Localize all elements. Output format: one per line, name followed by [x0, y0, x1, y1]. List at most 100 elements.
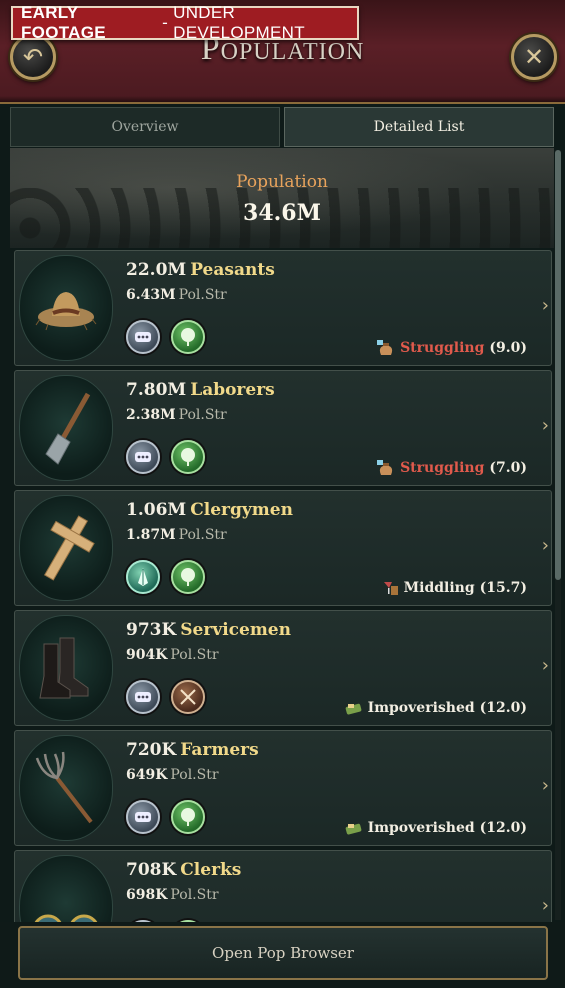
banner-strong: EARLY FOOTAGE — [21, 3, 106, 42]
population-total: 34.6M — [243, 200, 321, 226]
pop-name: Clergymen — [190, 500, 293, 520]
standard-of-living[interactable]: Middling (15.7) — [381, 580, 527, 596]
chevron-right-icon: › — [541, 295, 549, 316]
political-strength: 649K Pol.Str — [126, 767, 219, 783]
pitchfork-icon — [19, 735, 113, 841]
pop-row-laborers[interactable]: 7.80M Laborers 2.38M Pol.Str Struggling (7… — [14, 370, 552, 486]
close-icon: ✕ — [523, 43, 545, 71]
status-text: Struggling — [400, 340, 485, 356]
chat-ideology-icon[interactable] — [126, 440, 160, 474]
straw-hat-icon — [19, 255, 113, 361]
praying-hands-ideology-icon[interactable] — [126, 560, 160, 594]
pop-size: 708K — [126, 860, 177, 880]
back-arrow-icon: ↶ — [22, 43, 44, 71]
pop-name: Laborers — [190, 380, 275, 400]
standard-of-living[interactable]: Impoverished (12.0) — [345, 700, 527, 716]
early-footage-banner: EARLY FOOTAGE - UNDER DEVELOPMENT — [11, 3, 359, 42]
money-bag-icon — [377, 340, 395, 356]
pop-size: 22.0M — [126, 260, 187, 280]
shovel-icon — [19, 375, 113, 481]
tab-detailed-list[interactable]: Detailed List — [284, 107, 554, 147]
cash-bundle-icon — [345, 700, 363, 716]
pol-str-value: 1.87M — [126, 527, 176, 543]
pol-str-value: 698K — [126, 887, 168, 903]
banner-separator: - — [162, 13, 169, 32]
pop-title: 720K Farmers — [126, 740, 259, 760]
wine-glass-icon — [381, 580, 399, 596]
status-value: (15.7) — [479, 580, 527, 596]
close-button[interactable]: ✕ — [511, 34, 557, 80]
chat-ideology-icon[interactable] — [126, 800, 160, 834]
pop-row-peasants[interactable]: 22.0M Peasants 6.43M Pol.Str Struggling (9… — [14, 250, 552, 366]
chevron-right-icon: › — [541, 895, 549, 916]
political-strength: 904K Pol.Str — [126, 647, 219, 663]
pop-title: 1.06M Clergymen — [126, 500, 293, 520]
status-value: (12.0) — [479, 700, 527, 716]
status-value: (7.0) — [489, 460, 527, 476]
pop-size: 973K — [126, 620, 177, 640]
standard-of-living[interactable]: Struggling (9.0) — [377, 340, 527, 356]
population-label: Population — [236, 172, 328, 192]
pop-title: 7.80M Laborers — [126, 380, 275, 400]
pop-size: 7.80M — [126, 380, 187, 400]
pop-title: 973K Servicemen — [126, 620, 291, 640]
pop-row-farmers[interactable]: 720K Farmers 649K Pol.Str Impoverished (12… — [14, 730, 552, 846]
spectacles-icon — [19, 855, 113, 922]
pol-str-label: Pol.Str — [178, 527, 227, 543]
crossed-swords-ideology-icon[interactable] — [171, 680, 205, 714]
standard-of-living[interactable]: Struggling (7.0) — [377, 460, 527, 476]
chevron-right-icon: › — [541, 535, 549, 556]
pop-name: Servicemen — [180, 620, 291, 640]
political-strength: 6.43M Pol.Str — [126, 287, 227, 303]
cash-bundle-icon — [345, 820, 363, 836]
footer: Open Pop Browser — [0, 922, 565, 988]
pop-size: 720K — [126, 740, 177, 760]
tree-ideology-icon[interactable] — [171, 560, 205, 594]
banner-rest: UNDER DEVELOPMENT — [173, 3, 305, 42]
chevron-right-icon: › — [541, 415, 549, 436]
tab-overview[interactable]: Overview — [10, 107, 280, 147]
tree-ideology-icon[interactable] — [171, 320, 205, 354]
boots-icon — [19, 615, 113, 721]
pop-row-clerks[interactable]: 708K Clerks 698K Pol.Str › — [14, 850, 552, 922]
money-bag-icon — [377, 460, 395, 476]
pop-name: Clerks — [180, 860, 242, 880]
pop-size: 1.06M — [126, 500, 187, 520]
pol-str-value: 904K — [126, 647, 168, 663]
pol-str-label: Pol.Str — [178, 287, 227, 303]
pol-str-value: 2.38M — [126, 407, 176, 423]
chat-ideology-icon[interactable] — [126, 680, 160, 714]
chevron-right-icon: › — [541, 775, 549, 796]
chevron-right-icon: › — [541, 655, 549, 676]
tree-ideology-icon[interactable] — [171, 440, 205, 474]
political-strength: 1.87M Pol.Str — [126, 527, 227, 543]
tree-ideology-icon[interactable] — [171, 800, 205, 834]
standard-of-living[interactable]: Impoverished (12.0) — [345, 820, 527, 836]
pop-name: Farmers — [180, 740, 259, 760]
pop-row-servicemen[interactable]: 973K Servicemen 904K Pol.Str Impoverished … — [14, 610, 552, 726]
list-scrollbar[interactable] — [555, 150, 561, 920]
political-strength: 698K Pol.Str — [126, 887, 219, 903]
scrollbar-thumb[interactable] — [555, 150, 561, 580]
open-pop-browser-button[interactable]: Open Pop Browser — [18, 926, 548, 980]
status-text: Impoverished — [367, 820, 475, 836]
pop-title: 708K Clerks — [126, 860, 241, 880]
pop-title: 22.0M Peasants — [126, 260, 275, 280]
pop-name: Peasants — [190, 260, 275, 280]
pol-str-value: 6.43M — [126, 287, 176, 303]
tab-bar: Overview Detailed List — [10, 107, 554, 147]
pol-str-label: Pol.Str — [170, 887, 219, 903]
chat-ideology-icon[interactable] — [126, 320, 160, 354]
status-text: Middling — [403, 580, 475, 596]
status-text: Impoverished — [367, 700, 475, 716]
status-value: (9.0) — [489, 340, 527, 356]
population-summary: Population 34.6M — [10, 148, 554, 248]
status-text: Struggling — [400, 460, 485, 476]
status-value: (12.0) — [479, 820, 527, 836]
cross-icon — [19, 495, 113, 601]
pol-str-label: Pol.Str — [170, 647, 219, 663]
political-strength: 2.38M Pol.Str — [126, 407, 227, 423]
pol-str-label: Pol.Str — [170, 767, 219, 783]
pop-row-clergymen[interactable]: 1.06M Clergymen 1.87M Pol.Str Middling (15… — [14, 490, 552, 606]
pol-str-label: Pol.Str — [178, 407, 227, 423]
